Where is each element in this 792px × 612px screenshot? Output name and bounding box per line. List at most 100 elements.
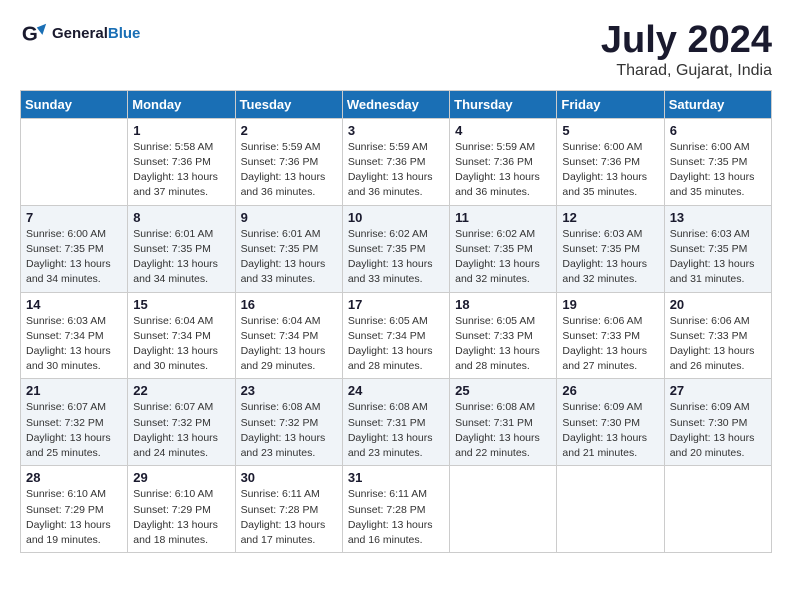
calendar-cell: 20 Sunrise: 6:06 AMSunset: 7:33 PMDayligh… <box>664 292 771 379</box>
calendar-cell: 3 Sunrise: 5:59 AMSunset: 7:36 PMDaylight… <box>342 118 449 205</box>
calendar-week-row: 28 Sunrise: 6:10 AMSunset: 7:29 PMDayligh… <box>21 466 772 553</box>
day-number: 26 <box>562 383 658 398</box>
calendar-cell: 6 Sunrise: 6:00 AMSunset: 7:35 PMDaylight… <box>664 118 771 205</box>
day-info: Sunrise: 6:08 AMSunset: 7:31 PMDaylight:… <box>455 400 551 461</box>
calendar-cell: 9Sunrise: 6:01 AMSunset: 7:35 PMDaylight… <box>235 205 342 292</box>
day-number: 11 <box>455 210 551 225</box>
day-info: Sunrise: 6:07 AMSunset: 7:32 PMDaylight:… <box>133 400 229 461</box>
day-info: Sunrise: 6:06 AMSunset: 7:33 PMDaylight:… <box>670 314 766 375</box>
calendar-cell: 4 Sunrise: 5:59 AMSunset: 7:36 PMDaylight… <box>450 118 557 205</box>
day-number: 29 <box>133 470 229 485</box>
calendar-week-row: 1Sunrise: 5:58 AMSunset: 7:36 PMDaylight… <box>21 118 772 205</box>
month-title: July 2024 <box>601 20 772 62</box>
day-number: 6 <box>670 123 766 138</box>
day-info: Sunrise: 6:01 AMSunset: 7:35 PMDaylight:… <box>241 227 337 288</box>
day-number: 25 <box>455 383 551 398</box>
calendar-cell: 14 Sunrise: 6:03 AMSunset: 7:34 PMDayligh… <box>21 292 128 379</box>
day-number: 1 <box>133 123 229 138</box>
day-number: 3 <box>348 123 444 138</box>
day-info: Sunrise: 6:05 AMSunset: 7:34 PMDaylight:… <box>348 314 444 375</box>
day-info: Sunrise: 5:59 AMSunset: 7:36 PMDaylight:… <box>241 140 337 201</box>
title-block: July 2024 Tharad, Gujarat, India <box>601 20 772 80</box>
weekday-header-sunday: Sunday <box>21 90 128 118</box>
calendar-cell: 17Sunrise: 6:05 AMSunset: 7:34 PMDayligh… <box>342 292 449 379</box>
calendar-cell: 30 Sunrise: 6:11 AMSunset: 7:28 PMDayligh… <box>235 466 342 553</box>
calendar-cell: 5 Sunrise: 6:00 AMSunset: 7:36 PMDaylight… <box>557 118 664 205</box>
day-info: Sunrise: 6:06 AMSunset: 7:33 PMDaylight:… <box>562 314 658 375</box>
day-info: Sunrise: 6:02 AMSunset: 7:35 PMDaylight:… <box>348 227 444 288</box>
calendar-cell <box>557 466 664 553</box>
calendar-cell: 29 Sunrise: 6:10 AMSunset: 7:29 PMDayligh… <box>128 466 235 553</box>
day-info: Sunrise: 6:09 AMSunset: 7:30 PMDaylight:… <box>670 400 766 461</box>
calendar-cell: 1Sunrise: 5:58 AMSunset: 7:36 PMDaylight… <box>128 118 235 205</box>
day-number: 22 <box>133 383 229 398</box>
day-number: 8 <box>133 210 229 225</box>
day-number: 12 <box>562 210 658 225</box>
day-info: Sunrise: 6:03 AMSunset: 7:35 PMDaylight:… <box>562 227 658 288</box>
day-info: Sunrise: 6:04 AMSunset: 7:34 PMDaylight:… <box>241 314 337 375</box>
calendar-table: SundayMondayTuesdayWednesdayThursdayFrid… <box>20 90 772 553</box>
calendar-cell: 28Sunrise: 6:10 AMSunset: 7:29 PMDayligh… <box>21 466 128 553</box>
weekday-header-saturday: Saturday <box>664 90 771 118</box>
calendar-cell <box>664 466 771 553</box>
logo: G GeneralBlue <box>20 20 140 48</box>
day-number: 18 <box>455 297 551 312</box>
calendar-cell: 13 Sunrise: 6:03 AMSunset: 7:35 PMDayligh… <box>664 205 771 292</box>
calendar-cell: 19 Sunrise: 6:06 AMSunset: 7:33 PMDayligh… <box>557 292 664 379</box>
calendar-cell: 23 Sunrise: 6:08 AMSunset: 7:32 PMDayligh… <box>235 379 342 466</box>
calendar-cell: 10 Sunrise: 6:02 AMSunset: 7:35 PMDayligh… <box>342 205 449 292</box>
day-info: Sunrise: 5:59 AMSunset: 7:36 PMDaylight:… <box>455 140 551 201</box>
calendar-cell: 8Sunrise: 6:01 AMSunset: 7:35 PMDaylight… <box>128 205 235 292</box>
weekday-header-wednesday: Wednesday <box>342 90 449 118</box>
calendar-week-row: 21 Sunrise: 6:07 AMSunset: 7:32 PMDayligh… <box>21 379 772 466</box>
calendar-cell: 24Sunrise: 6:08 AMSunset: 7:31 PMDayligh… <box>342 379 449 466</box>
logo-text: GeneralBlue <box>52 26 140 43</box>
calendar-cell: 31Sunrise: 6:11 AMSunset: 7:28 PMDayligh… <box>342 466 449 553</box>
day-info: Sunrise: 6:08 AMSunset: 7:31 PMDaylight:… <box>348 400 444 461</box>
calendar-cell <box>21 118 128 205</box>
calendar-week-row: 7Sunrise: 6:00 AMSunset: 7:35 PMDaylight… <box>21 205 772 292</box>
day-info: Sunrise: 6:00 AMSunset: 7:35 PMDaylight:… <box>670 140 766 201</box>
day-info: Sunrise: 6:00 AMSunset: 7:35 PMDaylight:… <box>26 227 122 288</box>
day-info: Sunrise: 6:00 AMSunset: 7:36 PMDaylight:… <box>562 140 658 201</box>
day-number: 10 <box>348 210 444 225</box>
day-number: 21 <box>26 383 122 398</box>
location-title: Tharad, Gujarat, India <box>601 62 772 80</box>
day-number: 4 <box>455 123 551 138</box>
weekday-header-tuesday: Tuesday <box>235 90 342 118</box>
day-number: 5 <box>562 123 658 138</box>
day-number: 14 <box>26 297 122 312</box>
calendar-cell: 22 Sunrise: 6:07 AMSunset: 7:32 PMDayligh… <box>128 379 235 466</box>
weekday-header-monday: Monday <box>128 90 235 118</box>
day-info: Sunrise: 6:03 AMSunset: 7:35 PMDaylight:… <box>670 227 766 288</box>
day-number: 28 <box>26 470 122 485</box>
day-info: Sunrise: 6:11 AMSunset: 7:28 PMDaylight:… <box>241 487 337 548</box>
logo-icon: G <box>20 20 48 48</box>
day-info: Sunrise: 6:10 AMSunset: 7:29 PMDaylight:… <box>133 487 229 548</box>
day-info: Sunrise: 6:05 AMSunset: 7:33 PMDaylight:… <box>455 314 551 375</box>
calendar-cell: 27 Sunrise: 6:09 AMSunset: 7:30 PMDayligh… <box>664 379 771 466</box>
day-number: 27 <box>670 383 766 398</box>
day-number: 20 <box>670 297 766 312</box>
calendar-cell <box>450 466 557 553</box>
day-info: Sunrise: 6:02 AMSunset: 7:35 PMDaylight:… <box>455 227 551 288</box>
day-info: Sunrise: 6:04 AMSunset: 7:34 PMDaylight:… <box>133 314 229 375</box>
day-number: 13 <box>670 210 766 225</box>
day-info: Sunrise: 6:08 AMSunset: 7:32 PMDaylight:… <box>241 400 337 461</box>
day-number: 23 <box>241 383 337 398</box>
calendar-week-row: 14 Sunrise: 6:03 AMSunset: 7:34 PMDayligh… <box>21 292 772 379</box>
calendar-cell: 15Sunrise: 6:04 AMSunset: 7:34 PMDayligh… <box>128 292 235 379</box>
calendar-cell: 12 Sunrise: 6:03 AMSunset: 7:35 PMDayligh… <box>557 205 664 292</box>
calendar-cell: 2Sunrise: 5:59 AMSunset: 7:36 PMDaylight… <box>235 118 342 205</box>
calendar-cell: 26Sunrise: 6:09 AMSunset: 7:30 PMDayligh… <box>557 379 664 466</box>
day-number: 30 <box>241 470 337 485</box>
calendar-cell: 25 Sunrise: 6:08 AMSunset: 7:31 PMDayligh… <box>450 379 557 466</box>
day-number: 16 <box>241 297 337 312</box>
calendar-cell: 7Sunrise: 6:00 AMSunset: 7:35 PMDaylight… <box>21 205 128 292</box>
day-info: Sunrise: 6:03 AMSunset: 7:34 PMDaylight:… <box>26 314 122 375</box>
day-number: 19 <box>562 297 658 312</box>
day-info: Sunrise: 5:59 AMSunset: 7:36 PMDaylight:… <box>348 140 444 201</box>
weekday-header-thursday: Thursday <box>450 90 557 118</box>
calendar-cell: 21 Sunrise: 6:07 AMSunset: 7:32 PMDayligh… <box>21 379 128 466</box>
day-info: Sunrise: 6:07 AMSunset: 7:32 PMDaylight:… <box>26 400 122 461</box>
